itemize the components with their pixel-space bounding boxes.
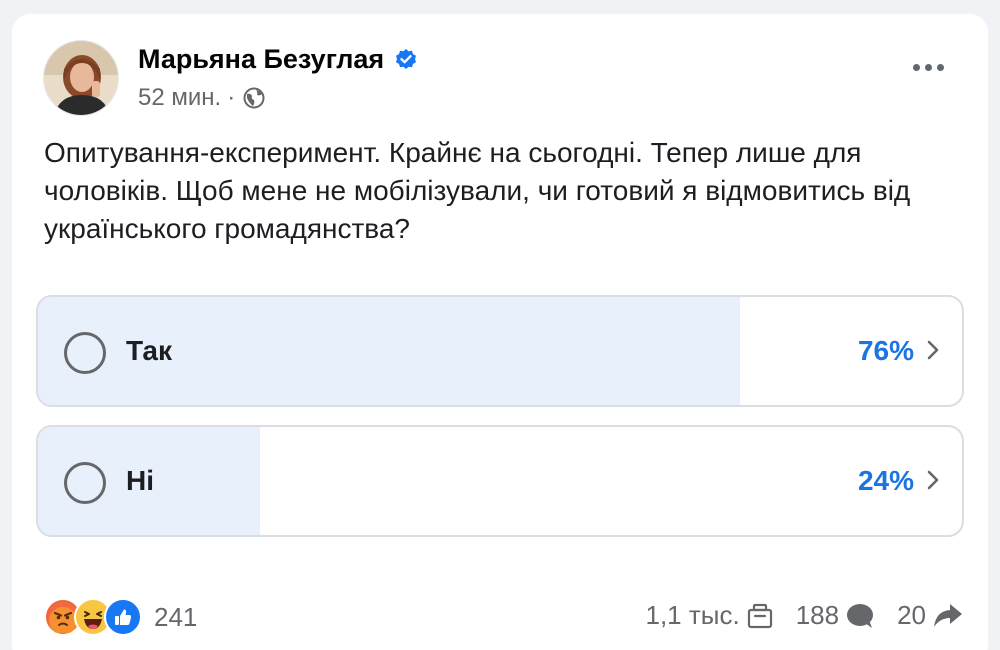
reactions-count[interactable]: 241 (154, 602, 197, 633)
shares-stat[interactable]: 20 (897, 600, 964, 631)
saves-stat[interactable]: 1,1 тыс. (646, 600, 774, 631)
poll-option-label: Так (126, 335, 172, 366)
more-dot-icon (937, 64, 944, 71)
poll-option-label: Ні (126, 465, 154, 496)
chevron-right-icon[interactable] (926, 469, 940, 496)
post-text: Опитування-експеримент. Крайнє на сьогод… (44, 137, 911, 244)
post-footer: 241 1,1 тыс. 188 20 (44, 598, 964, 638)
author-avatar[interactable] (43, 40, 119, 116)
like-icon (104, 598, 142, 636)
share-icon (934, 603, 962, 627)
meta-separator: · (227, 84, 236, 111)
more-dot-icon (913, 64, 920, 71)
comment-icon (847, 603, 874, 628)
post-stats: 1,1 тыс. 188 20 (624, 600, 965, 631)
more-options-button[interactable] (913, 64, 944, 71)
shares-count: 20 (897, 600, 926, 630)
more-dot-icon (925, 64, 932, 71)
archive-icon (747, 603, 772, 628)
poll-option-no[interactable]: Ні 24% (36, 425, 964, 537)
avatar-photo (44, 41, 118, 115)
post-meta: 52 мин. · (138, 84, 265, 112)
poll-option-yes[interactable]: Так 76% (36, 295, 964, 407)
radio-button[interactable] (64, 332, 106, 374)
comments-stat[interactable]: 188 (796, 600, 875, 631)
author-row: Марьяна Безуглая (138, 44, 418, 75)
post-card: Марьяна Безуглая 52 мин. · Опитування-ек… (12, 14, 988, 650)
reactions-summary[interactable]: 241 (44, 598, 197, 636)
saves-count: 1,1 тыс. (645, 600, 740, 630)
chevron-right-icon[interactable] (926, 339, 940, 366)
globe-icon (243, 87, 265, 109)
poll-option-percent[interactable]: 76% (858, 335, 914, 367)
post-time[interactable]: 52 мин. (138, 84, 221, 112)
author-name[interactable]: Марьяна Безуглая (138, 44, 384, 75)
verified-badge-icon (394, 48, 418, 72)
poll-option-percent[interactable]: 24% (858, 465, 914, 497)
comments-count: 188 (795, 600, 840, 630)
radio-button[interactable] (64, 462, 106, 504)
